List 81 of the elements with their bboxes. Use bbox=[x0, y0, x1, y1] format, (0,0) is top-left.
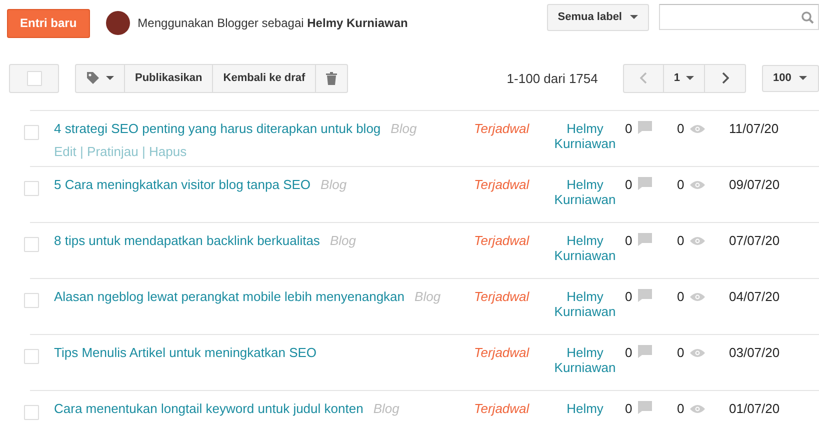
speech-bubble-icon bbox=[638, 401, 652, 414]
caret-icon bbox=[799, 76, 808, 80]
post-label: Blog bbox=[330, 233, 356, 248]
avatar bbox=[106, 11, 130, 35]
eye-icon bbox=[690, 404, 706, 414]
chevron-left-icon bbox=[640, 72, 647, 84]
post-title[interactable]: Tips Menulis Artikel untuk meningkatkan SEO bbox=[54, 345, 317, 360]
post-date: 11/07/20 bbox=[729, 121, 780, 136]
view-count: 0 bbox=[677, 121, 684, 136]
checkbox[interactable] bbox=[24, 181, 39, 196]
view-count: 0 bbox=[677, 177, 684, 192]
comment-count: 0 bbox=[625, 177, 632, 192]
comment-count: 0 bbox=[625, 233, 632, 248]
tag-icon bbox=[86, 71, 100, 85]
post-author[interactable]: Helmy bbox=[545, 401, 625, 416]
caret-icon bbox=[630, 15, 638, 19]
checkbox[interactable] bbox=[24, 125, 39, 140]
signed-in-text: Menggunakan Blogger sebagai Helmy Kurniawan bbox=[138, 16, 408, 30]
caret-icon bbox=[106, 76, 114, 80]
post-author[interactable]: Helmy Kurniawan bbox=[545, 345, 625, 375]
speech-bubble-icon bbox=[638, 121, 652, 134]
checkbox[interactable] bbox=[24, 349, 39, 364]
checkbox[interactable] bbox=[24, 237, 39, 252]
eye-icon bbox=[690, 180, 706, 190]
select-all-button[interactable] bbox=[9, 64, 59, 92]
comment-count: 0 bbox=[625, 289, 632, 304]
comment-count: 0 bbox=[625, 401, 632, 416]
search-icon bbox=[801, 10, 814, 24]
post-status: Terjadwal bbox=[474, 121, 530, 136]
comment-count: 0 bbox=[625, 345, 632, 360]
post-date: 07/07/20 bbox=[729, 233, 781, 248]
per-page-dropdown[interactable]: 100 bbox=[762, 64, 819, 92]
separator: | bbox=[80, 144, 84, 159]
view-count: 0 bbox=[677, 401, 684, 416]
post-label: Blog bbox=[414, 289, 441, 304]
post-author[interactable]: Helmy Kurniawan bbox=[545, 233, 625, 263]
post-date: 01/07/20 bbox=[729, 401, 781, 416]
new-post-button[interactable]: Entri baru bbox=[7, 8, 90, 38]
speech-bubble-icon bbox=[638, 177, 652, 190]
eye-icon bbox=[690, 124, 706, 134]
speech-bubble-icon bbox=[638, 233, 652, 246]
post-status: Terjadwal bbox=[474, 289, 530, 304]
post-date: 09/07/20 bbox=[729, 177, 781, 192]
post-label: Blog bbox=[320, 177, 347, 192]
view-count: 0 bbox=[677, 233, 684, 248]
checkbox[interactable] bbox=[24, 405, 39, 420]
eye-icon bbox=[690, 236, 706, 246]
post-title[interactable]: 8 tips untuk mendapatkan backlink berkualitas bbox=[54, 233, 320, 248]
post-status: Terjadwal bbox=[474, 177, 530, 192]
post-date: 03/07/20 bbox=[729, 345, 781, 360]
chevron-right-icon bbox=[722, 72, 728, 84]
action-button[interactable]: Publikasikan bbox=[125, 64, 214, 92]
speech-bubble-icon bbox=[638, 289, 652, 302]
separator: | bbox=[142, 144, 146, 159]
pagination-range: 1-100 dari 1754 bbox=[506, 70, 598, 86]
comment-count: 0 bbox=[625, 121, 632, 136]
post-author[interactable]: Helmy Kurniawan bbox=[545, 121, 625, 151]
action-button[interactable]: Kembali ke draf bbox=[213, 64, 316, 92]
checkbox[interactable] bbox=[24, 293, 39, 308]
post-title[interactable]: Cara menentukan longtail keyword untuk judul konten bbox=[54, 401, 364, 416]
post-author[interactable]: Helmy Kurniawan bbox=[545, 177, 625, 207]
view-count: 0 bbox=[677, 289, 684, 304]
post-status: Terjadwal bbox=[474, 233, 530, 248]
post-label: Blog bbox=[373, 401, 400, 416]
trash-icon bbox=[326, 72, 338, 84]
post-author[interactable]: Helmy Kurniawan bbox=[545, 289, 625, 319]
post-title[interactable]: 5 Cara meningkatkan visitor blog tanpa SEO bbox=[54, 177, 311, 192]
post-label: Blog bbox=[390, 121, 417, 136]
eye-icon bbox=[690, 292, 706, 302]
post-date: 04/07/20 bbox=[729, 289, 781, 304]
eye-icon bbox=[690, 348, 706, 358]
post-status: Terjadwal bbox=[474, 345, 530, 360]
speech-bubble-icon bbox=[638, 345, 652, 358]
post-title[interactable]: 4 strategi SEO penting yang harus diterapkan untuk blog bbox=[54, 121, 381, 136]
post-status: Terjadwal bbox=[474, 401, 530, 416]
post-title[interactable]: Alasan ngeblog lewat perangkat mobile lebih menyenangkan bbox=[54, 289, 405, 304]
label-filter-dropdown[interactable]: Semua label bbox=[546, 4, 649, 30]
checkbox[interactable] bbox=[26, 70, 42, 86]
caret-icon bbox=[686, 76, 694, 80]
view-count: 0 bbox=[677, 345, 684, 360]
search-field[interactable] bbox=[659, 4, 819, 30]
